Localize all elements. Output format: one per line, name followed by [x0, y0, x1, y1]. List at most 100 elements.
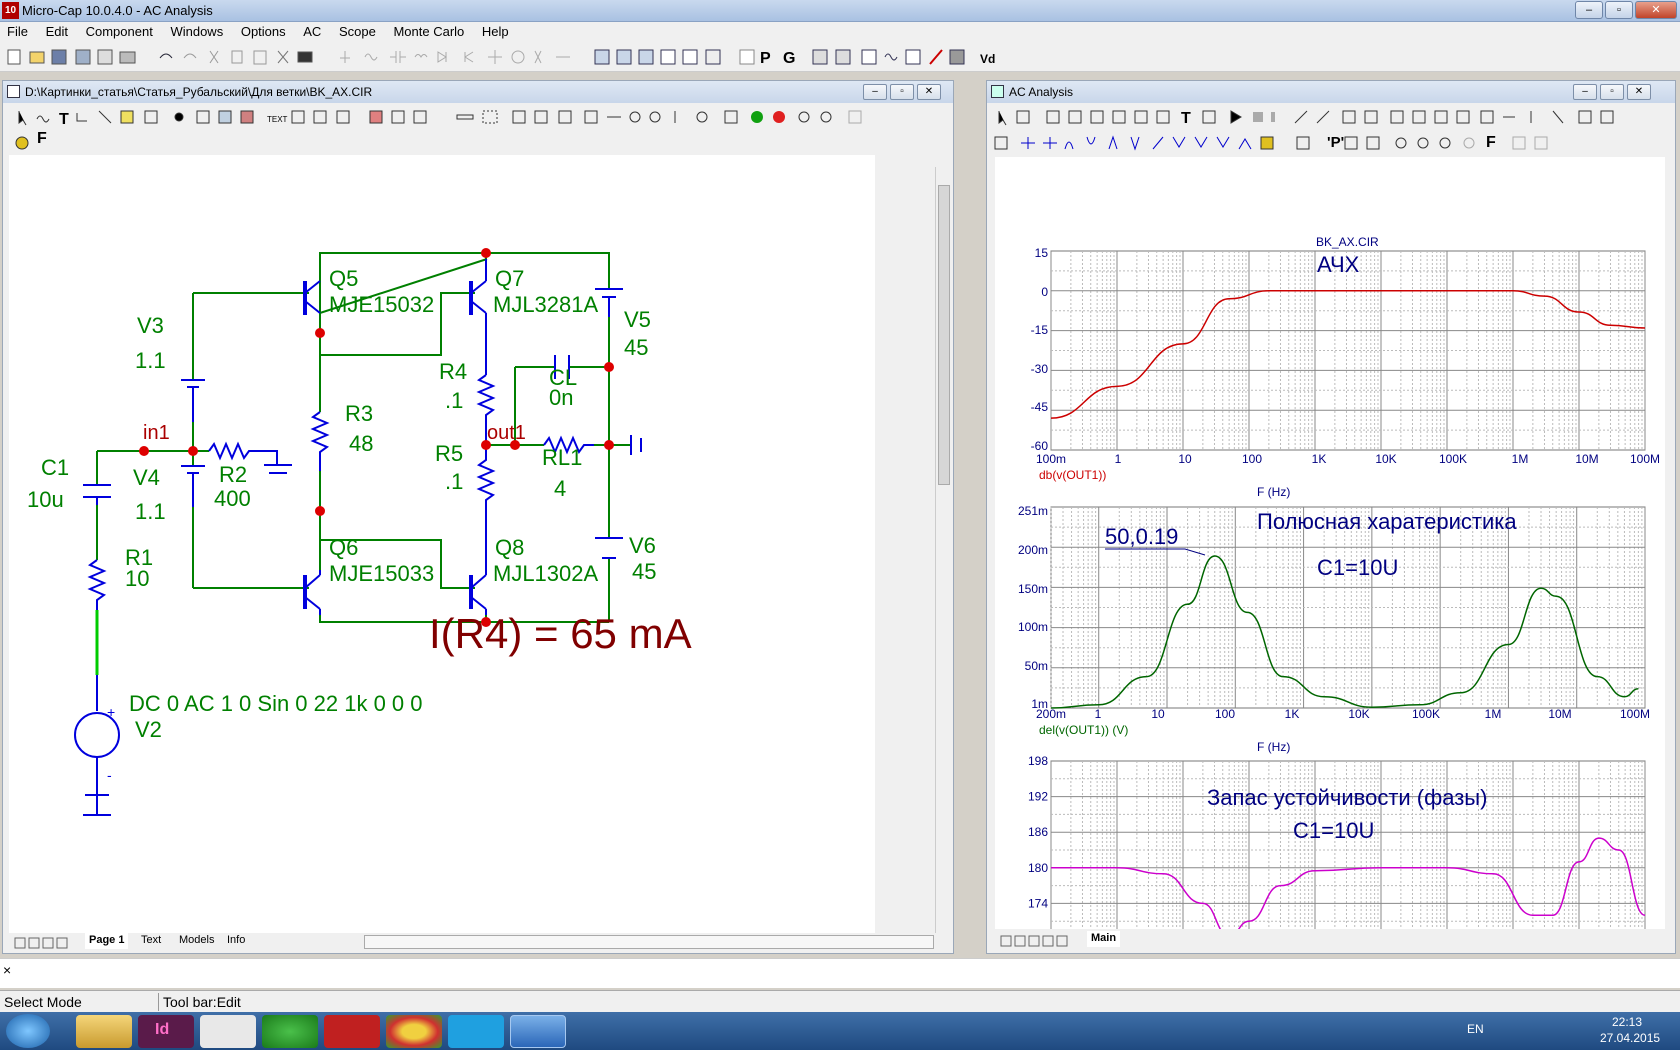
analysis-plots[interactable]: BK_AX.CIR АЧХ 15 0 -15 -30 -45 -60 100m …: [995, 157, 1665, 984]
q5-name: Q5: [329, 266, 358, 291]
rotate-cw-icon: [649, 111, 661, 123]
node-out1: out1: [487, 422, 526, 444]
analysis-slope3-icon: [1152, 136, 1164, 150]
app-task-icon[interactable]: [262, 1015, 318, 1048]
schematic-hscrollbar[interactable]: [364, 935, 934, 949]
indesign-task-icon[interactable]: Id: [138, 1015, 194, 1048]
output-close-icon[interactable]: ×: [3, 962, 11, 978]
tab-text[interactable]: Text: [137, 933, 165, 949]
plot1-ytick: -30: [1031, 362, 1049, 376]
plot2-xtick: 10: [1151, 707, 1165, 721]
schematic-restore-button[interactable]: ▫: [890, 84, 914, 100]
analysis-table4-icon: [1456, 110, 1470, 124]
v2-minus: -: [107, 767, 112, 783]
menu-ac[interactable]: AC: [296, 22, 328, 41]
analysis-pause-icon: [1271, 112, 1275, 122]
q6-model: MJE15033: [329, 561, 434, 586]
c1-value: 10u: [27, 487, 64, 512]
analysis-bottom2-icon: [1194, 136, 1208, 148]
plot2-title: Полюсная харатеристика: [1257, 509, 1517, 534]
plot1-xtick: 100m: [1036, 452, 1066, 466]
analysis-zoom-fit-icon: [1439, 137, 1451, 149]
maximize-button[interactable]: ▫: [1605, 1, 1633, 19]
analysis-close-button[interactable]: ✕: [1627, 84, 1651, 100]
tab-page1[interactable]: Page 1: [85, 933, 129, 949]
plot1-x-ticks: 100m 1 10 100 1K 10K 100K 1M 10M 100M: [1036, 452, 1660, 466]
plot2-xtick: 10M: [1548, 707, 1571, 721]
menu-edit[interactable]: Edit: [39, 22, 75, 41]
menu-component[interactable]: Component: [79, 22, 160, 41]
page-nav-icons[interactable]: [13, 934, 93, 952]
plot1-ytick: -45: [1031, 400, 1049, 414]
document-task-icon[interactable]: [200, 1015, 256, 1048]
schematic-vscrollbar[interactable]: [935, 167, 951, 935]
schematic-minimize-button[interactable]: –: [863, 84, 887, 100]
schematic-canvas[interactable]: Q5 MJE15032 Q7 MJL3281A Q6 MJE15033 Q8 M…: [9, 155, 875, 933]
plot1-xtick: 100K: [1439, 452, 1467, 466]
start-button[interactable]: [6, 1014, 50, 1048]
close-button[interactable]: ✕: [1635, 1, 1677, 19]
menu-windows[interactable]: Windows: [163, 22, 230, 41]
menu-options[interactable]: Options: [234, 22, 293, 41]
ortho-wire-icon: [76, 113, 87, 122]
plot2-ytick: 251m: [1018, 504, 1048, 518]
v3-name: V3: [137, 313, 164, 338]
q5-symbol: [304, 280, 321, 315]
capacitor-icon: [390, 51, 406, 63]
q8-model: MJL1302A: [493, 561, 599, 586]
schematic-vscroll-thumb[interactable]: [938, 185, 950, 485]
tab-main[interactable]: Main: [1087, 931, 1121, 947]
analysis-peak-icon: [1046, 110, 1060, 124]
analysis-canvas[interactable]: BK_AX.CIR АЧХ 15 0 -15 -30 -45 -60 100m …: [995, 157, 1665, 984]
analysis-properties-icon: [1202, 110, 1216, 124]
main-toolbar-icons[interactable]: P G Vd: [0, 42, 1060, 72]
c1-symbol: [83, 484, 111, 505]
plot3-title: Запас устойчивости (фазы): [1207, 785, 1487, 810]
plot2-xtick: 100K: [1412, 707, 1440, 721]
microcap-task-icon[interactable]: [510, 1015, 566, 1048]
analysis-p-button[interactable]: 'P': [1327, 134, 1344, 151]
plot1-xtick: 1: [1115, 452, 1122, 466]
schematic-title: D:\Картинки_статья\Статья_Рубальский\Для…: [25, 85, 373, 99]
menu-scope[interactable]: Scope: [332, 22, 383, 41]
analysis-minimize-button[interactable]: –: [1573, 84, 1597, 100]
menu-help[interactable]: Help: [475, 22, 516, 41]
analysis-nav-icons[interactable]: [999, 932, 1089, 950]
tab-info[interactable]: Info: [223, 933, 249, 949]
minimize-button[interactable]: –: [1575, 1, 1603, 19]
pen-icon: [929, 49, 943, 65]
filezilla-task-icon[interactable]: [324, 1015, 380, 1048]
tab-models[interactable]: Models: [175, 933, 218, 949]
skype-task-icon[interactable]: [448, 1015, 504, 1048]
flag-icon: [120, 110, 134, 124]
save-icon: [51, 49, 67, 65]
analysis-font-button[interactable]: F: [1486, 134, 1496, 152]
r1-value: 10: [125, 566, 149, 591]
explorer-task-icon[interactable]: [76, 1015, 132, 1048]
font-button[interactable]: F: [37, 130, 47, 148]
r2-name: R2: [219, 462, 247, 487]
analysis-title: AC Analysis: [1009, 85, 1074, 99]
analysis-table2-icon: [1412, 110, 1426, 124]
schematic-close-button[interactable]: ✕: [917, 84, 941, 100]
v6-symbol: [595, 537, 623, 559]
r4-name: R4: [439, 359, 467, 384]
status-bar: Select Mode Tool bar:Edit: [0, 990, 1680, 1012]
analysis-restore-button[interactable]: ▫: [1600, 84, 1624, 100]
schematic-window: D:\Картинки_статья\Статья_Рубальский\Для…: [2, 80, 954, 954]
menu-monte-carlo[interactable]: Monte Carlo: [386, 22, 471, 41]
window-icon: [660, 49, 676, 65]
analysis-doc-icon: [991, 85, 1004, 98]
zoom-fit-icon: [848, 110, 862, 124]
chrome-task-icon[interactable]: [386, 1015, 442, 1048]
menu-file[interactable]: File: [0, 22, 35, 41]
status-toolbar: Tool bar:Edit: [163, 994, 241, 1010]
analysis-valley-icon: [1068, 110, 1082, 124]
analysis-tabs: Main: [995, 931, 1665, 951]
plot1-xlabel: F (Hz): [1257, 485, 1290, 499]
copy-icon: [231, 50, 243, 64]
schematic-toolbar[interactable]: T TEXT: [7, 107, 951, 157]
language-indicator[interactable]: EN: [1467, 1022, 1484, 1036]
schematic-drawing[interactable]: Q5 MJE15032 Q7 MJL3281A Q6 MJE15033 Q8 M…: [9, 155, 875, 933]
plot1-xtick: 10M: [1575, 452, 1598, 466]
